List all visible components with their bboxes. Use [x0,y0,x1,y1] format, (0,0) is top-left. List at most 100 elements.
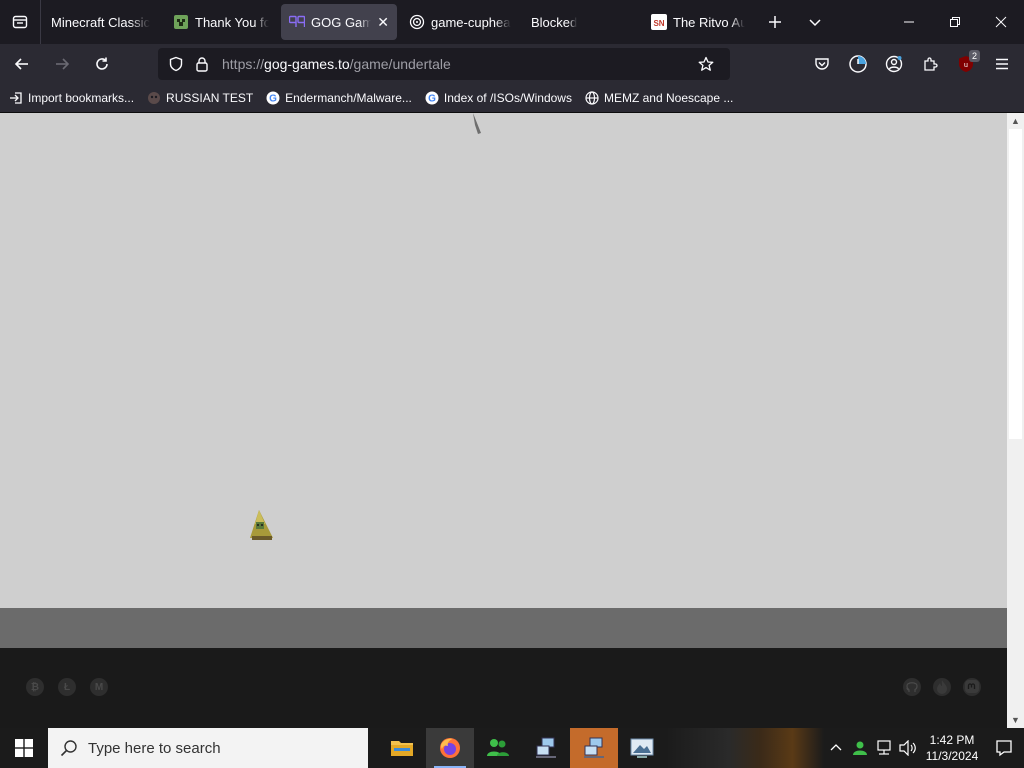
monero-icon[interactable]: M [90,678,108,696]
toolbar-right: u 2 [804,48,1020,80]
notification-icon [996,740,1012,757]
page-content: ₿ Ł M [0,113,1007,728]
bookmark-label: Index of /ISOs/Windows [443,91,572,105]
account-icon [885,55,903,73]
bookmark-index-isos[interactable]: G Index of /ISOs/Windows [424,90,572,106]
restore-button[interactable] [932,0,978,44]
tab-game-cuphead[interactable]: game-cuphea [401,4,519,40]
litecoin-icon[interactable]: Ł [58,678,76,696]
clock-time: 1:42 PM [929,733,975,747]
extension-timer-button[interactable] [840,48,876,80]
import-icon [8,90,24,106]
tab-title: Blocked [531,14,578,30]
chevron-up-icon [830,744,842,751]
svg-text:G: G [269,94,277,105]
scroll-up-icon[interactable]: ▲ [1007,113,1024,129]
taskbar-background-art [666,728,824,768]
creeper-icon [173,14,189,30]
url-text[interactable]: https://gog-games.to/game/undertale [222,56,451,72]
puzzle-icon [924,57,938,71]
screenshot-app-icon [630,738,654,758]
back-button[interactable] [4,48,40,80]
user-tray-icon [853,741,867,755]
tab-title: Thank You for [195,14,269,30]
footer-crypto-icons: ₿ Ł M [26,678,108,696]
close-icon [995,16,1007,28]
firefox-view-icon [12,15,28,29]
tab-minecraft-classic[interactable]: Minecraft Classic [43,4,161,40]
taskbar-clock[interactable]: 1:42 PM 11/3/2024 [920,732,984,764]
svg-text:G: G [428,94,436,105]
url-scheme: https:// [222,56,265,72]
google-icon: G [424,90,440,106]
ublock-button[interactable]: u 2 [948,48,984,80]
minimize-button[interactable] [886,0,932,44]
tab-close-icon[interactable]: ✕ [377,14,389,31]
game-canvas[interactable] [0,113,1007,608]
file-explorer-icon [391,741,413,756]
pocket-button[interactable] [804,48,840,80]
network-status-button[interactable] [872,728,896,768]
scroll-down-icon[interactable]: ▼ [1007,712,1024,728]
bookmark-endermanch[interactable]: G Endermanch/Malware... [265,90,412,106]
reload-button[interactable] [84,48,120,80]
taskbar-file-explorer[interactable] [378,728,426,768]
app-menu-button[interactable] [984,48,1020,80]
extensions-button[interactable] [912,48,948,80]
falling-sprite-icon [473,113,481,134]
taskbar-people[interactable] [474,728,522,768]
scrollbar-thumb[interactable] [1009,129,1022,439]
people-icon [487,739,509,756]
new-tab-button[interactable] [755,0,795,44]
taskbar-network-setup-1[interactable] [522,728,570,768]
lock-icon[interactable] [192,54,212,74]
page-scrollbar[interactable]: ▲ ▼ [1007,113,1024,728]
hamburger-menu-icon [996,58,1008,70]
bookmark-memz[interactable]: MEMZ and Noescape ... [584,90,733,106]
taskbar-apps [378,728,666,768]
tray-people-icon[interactable] [848,728,872,768]
bitcoin-icon[interactable]: ₿ [26,678,44,696]
start-button[interactable] [0,728,48,768]
volume-button[interactable] [896,728,920,768]
extension-badge: 2 [968,50,980,62]
mask-icon [146,90,162,106]
bookmark-russian-test[interactable]: RUSSIAN TEST [146,90,253,106]
list-all-tabs-button[interactable] [795,0,835,44]
taskbar-search-box[interactable]: Type here to search [48,728,368,768]
speaker-icon [899,740,916,756]
tab-ritvo[interactable]: SN The Ritvo Auti [643,4,753,40]
clock-date: 11/3/2024 [925,749,979,763]
taskbar-network-setup-2[interactable] [570,728,618,768]
account-button[interactable] [876,48,912,80]
restore-icon [950,17,960,27]
taskbar-screenshot-app[interactable] [618,728,666,768]
tab-title: GOG Games [311,14,372,30]
sn-icon-text: SN [653,19,664,28]
minimize-icon [904,21,914,23]
forward-button[interactable] [44,48,80,80]
navigation-toolbar: https://gog-games.to/game/undertale u 2 [0,44,1024,84]
action-center-button[interactable] [984,728,1024,768]
firefox-view-button[interactable] [0,0,40,44]
url-path: /game/undertale [349,56,451,72]
tab-thank-you[interactable]: Thank You for [165,4,277,40]
tab-gog-games[interactable]: GOG Games ✕ [281,4,397,40]
show-hidden-icons-button[interactable] [824,728,848,768]
taskbar-firefox[interactable] [426,728,474,768]
github-icon[interactable] [903,678,921,696]
mastodon-icon[interactable] [963,678,981,696]
tracking-protection-shield-icon[interactable] [166,54,186,74]
address-bar[interactable]: https://gog-games.to/game/undertale [158,48,730,80]
tab-blocked[interactable]: Blocked [523,4,639,40]
content-band [0,608,1007,648]
fire-icon[interactable] [933,678,951,696]
bookmark-star-icon[interactable] [696,54,716,74]
bookmark-import[interactable]: Import bookmarks... [8,90,134,106]
pocket-icon [815,58,829,70]
tab-strip: Minecraft Classic Thank You for GOG Game… [0,0,1024,44]
close-window-button[interactable] [978,0,1024,44]
tab-separator [40,0,41,44]
network-setup-icon [584,737,604,758]
google-icon: G [265,90,281,106]
